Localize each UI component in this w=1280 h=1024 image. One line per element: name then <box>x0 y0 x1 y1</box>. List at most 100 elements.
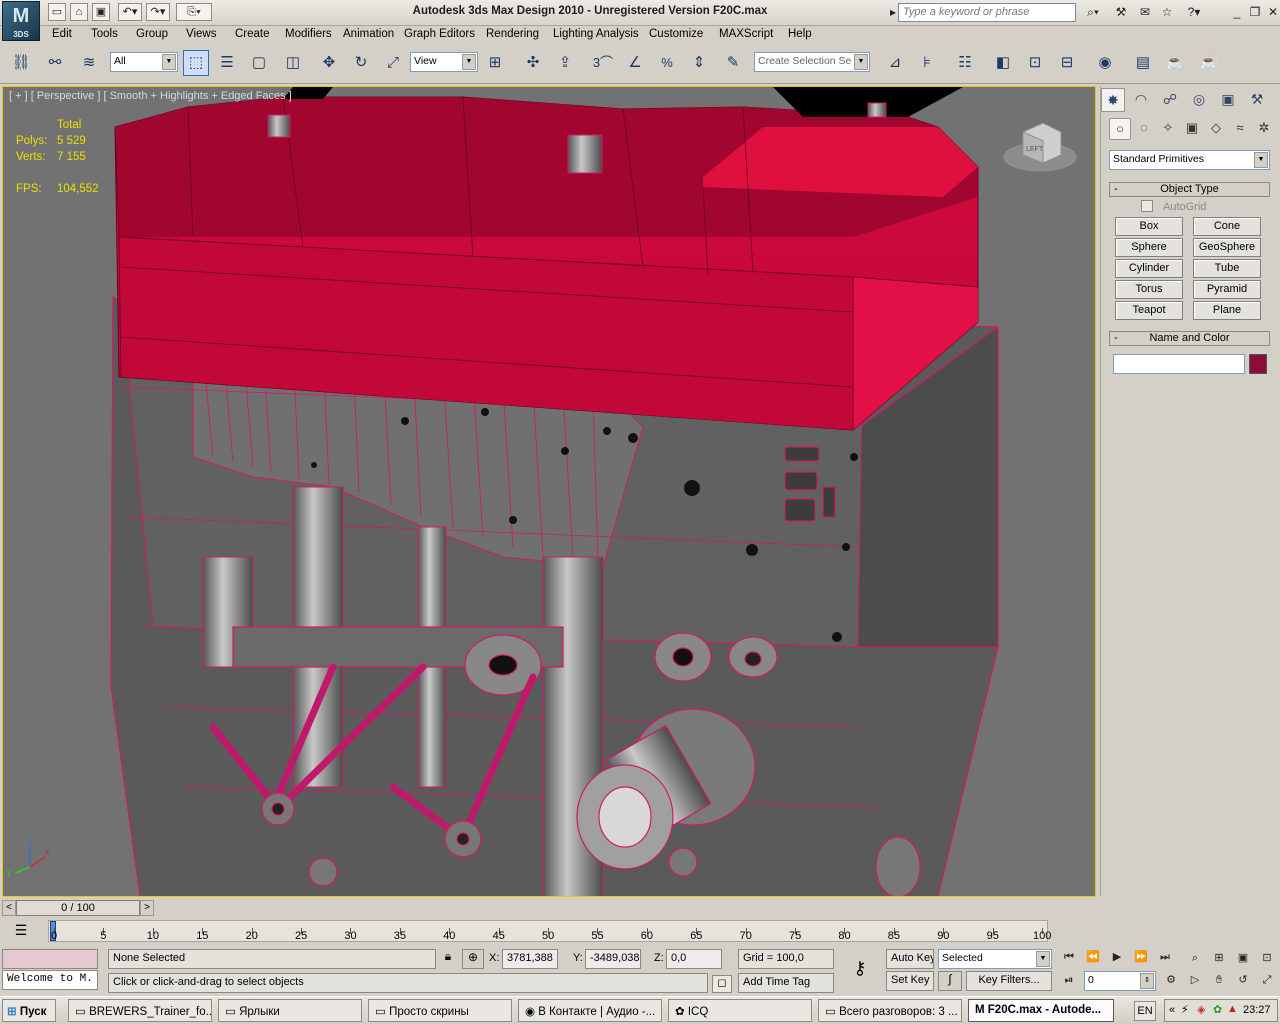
link-icon[interactable]: ⛓ <box>8 50 34 76</box>
edit-named-selection-icon[interactable]: ✎ <box>720 50 746 76</box>
menu-graph-editors[interactable]: Graph Editors <box>404 28 475 40</box>
menu-views[interactable]: Views <box>186 28 216 40</box>
menu-tools[interactable]: Tools <box>91 28 118 40</box>
tray-security-icon[interactable]: ▲ <box>1227 1003 1238 1015</box>
teapot-button[interactable]: Teapot <box>1115 301 1183 320</box>
keyboard-shortcut-override-icon[interactable]: ⇪ <box>552 50 578 76</box>
viewport-label-menu[interactable]: [ + ] [ Perspective ] [ Smooth + Highlig… <box>9 90 292 102</box>
menu-group[interactable]: Group <box>136 28 168 40</box>
tray-network-icon[interactable]: ⚡︎ <box>1181 1003 1189 1016</box>
menu-animation[interactable]: Animation <box>343 28 394 40</box>
systems-category-icon[interactable]: ✲ <box>1253 118 1275 140</box>
bind-space-warp-icon[interactable]: ≋ <box>76 50 102 76</box>
listener-mini-pink[interactable] <box>2 949 98 969</box>
time-slider-prev-icon[interactable]: < <box>2 900 16 916</box>
percent-snap-icon[interactable]: % <box>654 50 680 76</box>
go-to-end-icon[interactable]: ⏭ <box>1156 949 1174 965</box>
layer-manager-icon[interactable]: ☷ <box>952 50 978 76</box>
tab-motion-icon[interactable]: ◎ <box>1187 88 1211 112</box>
tray-antivirus-icon[interactable]: ◈ <box>1197 1003 1205 1016</box>
zoom-all-icon[interactable]: ⊞ <box>1210 950 1228 966</box>
play-icon[interactable]: ▶ <box>1108 949 1126 965</box>
reference-coordinate-dropdown[interactable]: View ▼ <box>410 52 478 72</box>
cameras-category-icon[interactable]: ▣ <box>1181 118 1203 140</box>
object-type-rollout-header[interactable]: - Object Type <box>1109 182 1270 197</box>
align-icon[interactable]: ⊧ <box>914 50 940 76</box>
set-key-button[interactable]: Set Key <box>886 971 934 991</box>
sphere-button[interactable]: Sphere <box>1115 238 1183 257</box>
select-by-name-icon[interactable]: ☰ <box>214 50 240 76</box>
previous-frame-icon[interactable]: ⏪ <box>1084 949 1102 965</box>
time-slider-thumb[interactable]: 0 / 100 <box>16 900 140 916</box>
rectangular-selection-icon[interactable]: ▢ <box>246 50 272 76</box>
menu-create[interactable]: Create <box>235 28 270 40</box>
select-scale-icon[interactable]: ⤢ <box>380 50 406 76</box>
add-time-tag-button[interactable]: Add Time Tag <box>738 973 834 993</box>
search-input[interactable]: Type a keyword or phrase <box>898 3 1076 22</box>
spacewarps-category-icon[interactable]: ≈ <box>1229 118 1251 140</box>
select-move-icon[interactable]: ✥ <box>316 50 342 76</box>
redo-icon[interactable]: ↷▾ <box>146 3 170 21</box>
render-production-icon[interactable]: ☕ <box>1162 50 1188 76</box>
box-button[interactable]: Box <box>1115 217 1183 236</box>
pan-view-icon[interactable]: ✋︎ <box>1210 972 1228 988</box>
orbit-icon[interactable]: ↺ <box>1234 972 1252 988</box>
geometry-category-icon[interactable]: ○ <box>1109 118 1131 140</box>
shapes-category-icon[interactable]: ◌ <box>1133 118 1155 140</box>
primitive-type-dropdown[interactable]: Standard Primitives ▼ <box>1109 150 1270 170</box>
time-slider-track[interactable]: < 0 / 100 > <box>0 898 1100 918</box>
time-tag-icon[interactable]: ◻ <box>712 975 732 993</box>
name-and-color-rollout-header[interactable]: - Name and Color <box>1109 331 1270 346</box>
current-frame-spinner[interactable]: 0 ⇕ <box>1084 971 1156 991</box>
key-mode-toggle-icon[interactable]: ⏯ <box>1060 972 1078 988</box>
selection-filter-dropdown[interactable]: All ▼ <box>110 52 178 72</box>
go-to-start-icon[interactable]: ⏮ <box>1060 949 1078 965</box>
window-crossing-icon[interactable]: ◫ <box>280 50 306 76</box>
task-3dsmax-active[interactable]: M F20C.max - Autode... <box>968 999 1114 1022</box>
perspective-viewport[interactable]: LEFT z x y [ + ] [ Perspective ] [ Smoot… <box>2 86 1096 897</box>
save-file-icon[interactable]: ▣ <box>92 3 110 21</box>
key-filters-button[interactable]: Key Filters... <box>966 971 1052 991</box>
geosphere-button[interactable]: GeoSphere <box>1193 238 1261 257</box>
material-editor-icon[interactable]: ⊟ <box>1054 50 1080 76</box>
absolute-mode-icon[interactable]: ⊕ <box>462 949 484 969</box>
tray-icq-icon[interactable]: ✿ <box>1213 1003 1222 1016</box>
autogrid-checkbox[interactable] <box>1141 200 1153 212</box>
favorites-icon[interactable]: ☆ <box>1158 3 1176 21</box>
zoom-icon[interactable]: ⌕ <box>1186 950 1204 966</box>
restore-icon[interactable]: ❐ <box>1246 3 1264 21</box>
y-coordinate-field[interactable]: -3489,038 <box>585 949 641 969</box>
menu-lighting-analysis[interactable]: Lighting Analysis <box>553 28 639 40</box>
help-icon[interactable]: ?▾ <box>1180 3 1208 21</box>
torus-button[interactable]: Torus <box>1115 280 1183 299</box>
helpers-category-icon[interactable]: ◇ <box>1205 118 1227 140</box>
task-yarlyki-folder[interactable]: ▭ Ярлыки <box>218 999 362 1022</box>
selection-lock-icon[interactable]: 🔒︎ <box>440 949 456 969</box>
auto-key-button[interactable]: Auto Key <box>886 949 934 969</box>
menu-modifiers[interactable]: Modifiers <box>285 28 332 40</box>
default-tangent-icon[interactable]: ∫ <box>938 971 962 991</box>
minimize-icon[interactable]: _ <box>1228 3 1246 21</box>
tab-create-icon[interactable]: ✸ <box>1101 88 1125 112</box>
select-object-icon[interactable]: ⬚ <box>183 50 209 76</box>
task-conversations[interactable]: ▭ Всего разговоров: 3 ... <box>818 999 962 1022</box>
task-vkontakte-browser[interactable]: ◉ В Контакте | Аудио -... <box>518 999 662 1022</box>
app-logo-button[interactable]: M 3DS <box>2 1 40 41</box>
menu-customize[interactable]: Customize <box>649 28 703 40</box>
tube-button[interactable]: Tube <box>1193 259 1261 278</box>
rendered-frame-window-icon[interactable]: ▤ <box>1130 50 1156 76</box>
next-frame-icon[interactable]: ⏩ <box>1132 949 1150 965</box>
task-icq[interactable]: ✿ ICQ <box>668 999 812 1022</box>
time-slider-next-icon[interactable]: > <box>140 900 154 916</box>
x-coordinate-field[interactable]: 3781,388 <box>502 949 558 969</box>
start-button[interactable]: ⊞ Пуск <box>2 999 56 1022</box>
task-prosto-skriny-folder[interactable]: ▭ Просто скрины <box>368 999 512 1022</box>
z-coordinate-field[interactable]: 0,0 <box>666 949 722 969</box>
close-icon[interactable]: ✕ <box>1264 3 1280 21</box>
task-brewers-trainer[interactable]: ▭ BREWERS_Trainer_fo... <box>68 999 212 1022</box>
mirror-icon[interactable]: ⊿ <box>882 50 908 76</box>
project-folder-icon[interactable]: ⎘▾ <box>176 3 212 21</box>
field-of-view-icon[interactable]: ▷ <box>1186 972 1204 988</box>
lights-category-icon[interactable]: ✧ <box>1157 118 1179 140</box>
cone-button[interactable]: Cone <box>1193 217 1261 236</box>
